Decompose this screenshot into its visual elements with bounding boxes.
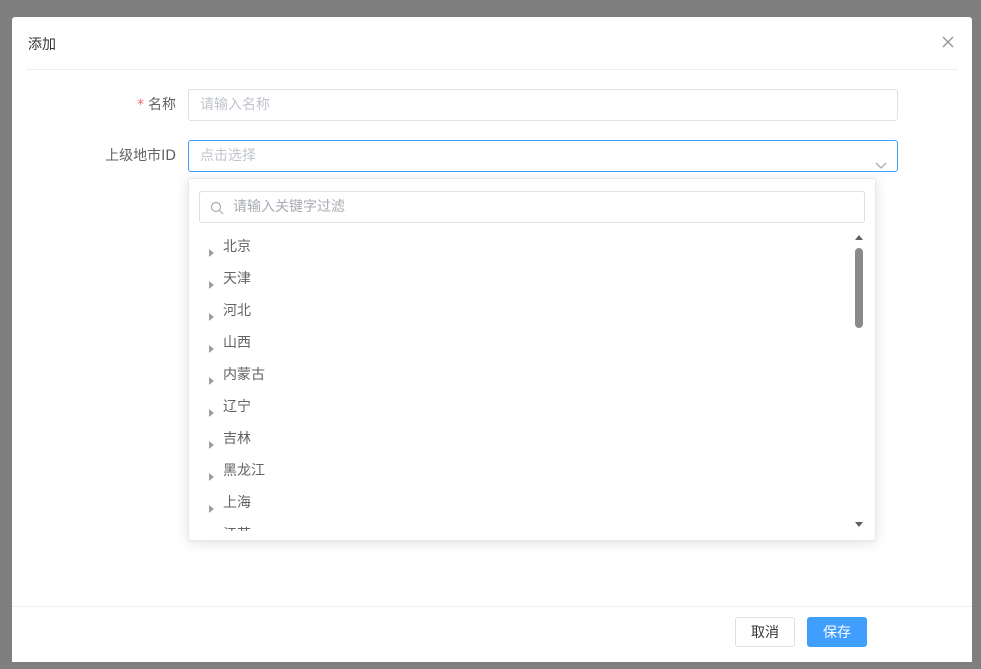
dialog-title: 添加 xyxy=(28,37,56,53)
close-icon[interactable] xyxy=(940,34,956,50)
scrollbar-thumb[interactable] xyxy=(855,248,863,328)
save-button[interactable]: 保存 xyxy=(807,617,867,647)
tree-node-label: 山西 xyxy=(223,335,251,351)
tree-node-label: 上海 xyxy=(223,495,251,511)
tree-node-label: 北京 xyxy=(223,239,251,255)
tree-node-label: 内蒙古 xyxy=(223,367,265,383)
caret-right-icon[interactable] xyxy=(209,274,215,289)
tree-node-label: 黑龙江 xyxy=(223,463,265,479)
search-icon xyxy=(210,200,224,215)
tree-filter-placeholder: 请输入关键字过滤 xyxy=(233,199,345,215)
name-input-placeholder: 请输入名称 xyxy=(200,97,270,113)
tree-node[interactable]: 江苏 xyxy=(189,519,849,531)
tree-node[interactable]: 天津 xyxy=(189,263,849,295)
tree-node[interactable]: 黑龙江 xyxy=(189,455,849,487)
caret-right-icon[interactable] xyxy=(209,466,215,481)
caret-right-icon[interactable] xyxy=(209,434,215,449)
tree-node[interactable]: 山西 xyxy=(189,327,849,359)
caret-right-icon[interactable] xyxy=(209,498,215,513)
tree-scrollbar[interactable] xyxy=(853,231,865,531)
tree-node-label: 辽宁 xyxy=(223,399,251,415)
tree-node-label: 江苏 xyxy=(223,519,251,531)
caret-right-icon[interactable] xyxy=(209,338,215,353)
tree-node-label: 天津 xyxy=(223,271,251,287)
parent-label: 上级地市ID xyxy=(105,148,176,164)
tree-node-label: 河北 xyxy=(223,303,251,319)
caret-right-icon[interactable] xyxy=(209,402,215,417)
required-mark: * xyxy=(137,97,144,113)
tree-node[interactable]: 辽宁 xyxy=(189,391,849,423)
caret-right-icon[interactable] xyxy=(209,370,215,385)
tree-node[interactable]: 北京 xyxy=(189,231,849,263)
tree-filter-input[interactable]: 请输入关键字过滤 xyxy=(199,191,865,223)
name-label: * 名称 xyxy=(137,89,176,121)
scroll-down-arrow-icon[interactable] xyxy=(855,522,863,527)
tree-node-label: 吉林 xyxy=(223,431,251,447)
tree-node[interactable]: 吉林 xyxy=(189,423,849,455)
chevron-down-icon xyxy=(875,151,887,169)
tree-node[interactable]: 内蒙古 xyxy=(189,359,849,391)
parent-select[interactable]: 点击选择 xyxy=(188,140,898,172)
name-input[interactable]: 请输入名称 xyxy=(188,89,898,121)
caret-right-icon[interactable] xyxy=(209,242,215,257)
cancel-button[interactable]: 取消 xyxy=(735,617,795,647)
tree-node[interactable]: 上海 xyxy=(189,487,849,519)
caret-right-icon[interactable] xyxy=(209,306,215,321)
dialog-footer: 取消 保存 xyxy=(12,606,972,662)
caret-right-icon[interactable] xyxy=(209,530,215,531)
name-form-row: * 名称 请输入名称 xyxy=(12,89,972,121)
add-dialog: 添加 * 名称 请输入名称 上级地市ID 点击选择 请输入关键字过滤 北京 天津… xyxy=(12,17,972,662)
tree-select-dropdown: 请输入关键字过滤 北京 天津 河北 山西 内蒙古 辽宁 吉林 黑龙江 上海 xyxy=(188,178,876,541)
tree-node[interactable]: 河北 xyxy=(189,295,849,327)
scroll-up-arrow-icon[interactable] xyxy=(855,235,863,240)
dialog-header: 添加 xyxy=(26,17,958,70)
parent-select-placeholder: 点击选择 xyxy=(200,148,256,164)
region-tree: 北京 天津 河北 山西 内蒙古 辽宁 吉林 黑龙江 上海 xyxy=(189,231,849,531)
name-label-text: 名称 xyxy=(148,97,176,113)
parent-form-row: 上级地市ID 点击选择 xyxy=(12,140,972,172)
